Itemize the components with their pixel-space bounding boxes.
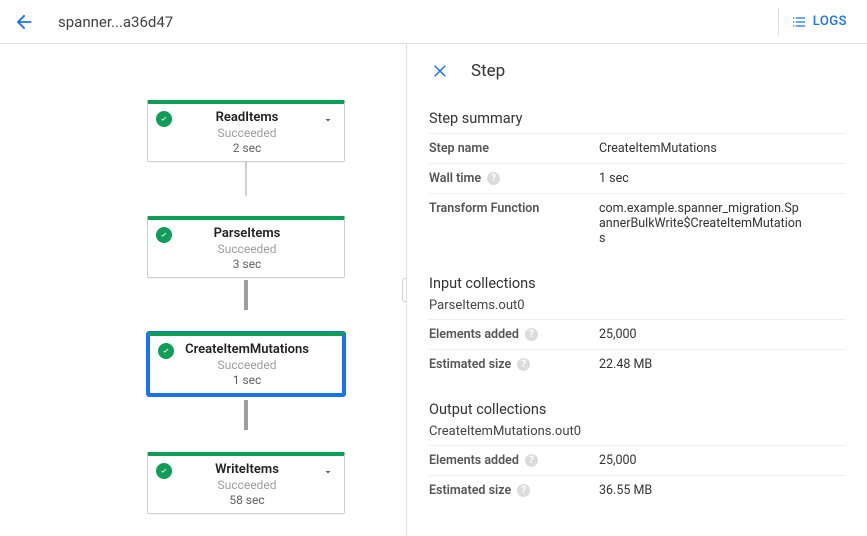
value: com.example.spanner_migration.SpannerBul…	[599, 201, 845, 246]
step-time: 2 sec	[178, 141, 316, 155]
step-node-parseitems[interactable]: ParseItems Succeeded 3 sec	[147, 216, 345, 278]
step-title: ParseItems	[178, 226, 316, 241]
pane-resize-handle[interactable]	[402, 278, 407, 302]
connector	[244, 280, 248, 310]
section-heading: Output collections	[429, 401, 845, 418]
label: Step name	[429, 141, 489, 156]
panel-title: Step	[471, 61, 505, 81]
chevron-down-icon	[322, 466, 334, 478]
section-output-collections: Output collections CreateItemMutations.o…	[429, 401, 845, 505]
help-icon[interactable]: ?	[517, 358, 530, 371]
logs-label: LOGS	[813, 14, 847, 29]
close-icon	[432, 62, 450, 80]
help-icon[interactable]: ?	[525, 454, 538, 467]
graph-pane: ReadItems Succeeded 2 sec	[0, 44, 407, 536]
step-time: 58 sec	[178, 493, 316, 507]
logs-button[interactable]: LOGS	[789, 8, 849, 36]
section-heading: Step summary	[429, 110, 845, 127]
step-title: CreateItemMutations	[180, 342, 314, 357]
step-node-readitems[interactable]: ReadItems Succeeded 2 sec	[147, 100, 345, 162]
step-status: Succeeded	[178, 242, 316, 256]
list-icon	[791, 14, 807, 30]
help-icon[interactable]: ?	[525, 328, 538, 341]
row-transform-function: Transform Function com.example.spanner_m…	[429, 193, 845, 253]
step-node-writeitems[interactable]: WriteItems Succeeded 58 sec	[147, 452, 345, 514]
check-circle-icon	[156, 227, 172, 243]
row-wall-time: Wall time ? 1 sec	[429, 163, 845, 193]
label: Estimated size	[429, 483, 511, 498]
label: Wall time	[429, 171, 481, 186]
back-button[interactable]	[4, 2, 44, 42]
step-status: Succeeded	[180, 358, 314, 372]
chevron-down-icon	[322, 114, 334, 126]
section-heading: Input collections	[429, 275, 845, 292]
expand-toggle[interactable]	[322, 111, 336, 125]
row-estimated-size: Estimated size ? 22.48 MB	[429, 349, 845, 379]
label: Elements added	[429, 453, 519, 468]
check-circle-icon	[156, 111, 172, 127]
section-input-collections: Input collections ParseItems.out0 Elemen…	[429, 275, 845, 379]
label: Elements added	[429, 327, 519, 342]
step-title: WriteItems	[178, 462, 316, 477]
section-step-summary: Step summary Step name CreateItemMutatio…	[429, 110, 845, 253]
value: 25,000	[599, 327, 845, 342]
step-time: 3 sec	[178, 257, 316, 271]
step-status: Succeeded	[178, 126, 316, 140]
step-time: 1 sec	[180, 373, 314, 387]
value: CreateItemMutations	[599, 141, 845, 156]
expand-toggle[interactable]	[322, 463, 336, 477]
row-elements-added: Elements added ? 25,000	[429, 446, 845, 475]
check-circle-icon	[158, 343, 174, 359]
connector	[244, 400, 248, 430]
row-estimated-size: Estimated size ? 36.55 MB	[429, 475, 845, 505]
value: 1 sec	[599, 171, 845, 186]
help-icon[interactable]: ?	[487, 172, 500, 185]
details-pane: Step Step summary Step name CreateItemMu…	[407, 44, 867, 536]
job-name: spanner...a36d47	[52, 13, 173, 31]
value: 25,000	[599, 453, 845, 468]
arrow-left-icon	[13, 11, 35, 33]
value: 22.48 MB	[599, 357, 845, 372]
step-node-createitemmutations[interactable]: CreateItemMutations Succeeded 1 sec	[147, 332, 345, 396]
divider	[778, 8, 779, 36]
collection-name: ParseItems.out0	[429, 298, 845, 313]
check-circle-icon	[156, 463, 172, 479]
step-title: ReadItems	[178, 110, 316, 125]
step-status: Succeeded	[178, 478, 316, 492]
help-icon[interactable]: ?	[517, 484, 530, 497]
label: Estimated size	[429, 357, 511, 372]
close-button[interactable]	[429, 59, 453, 83]
collection-name: CreateItemMutations.out0	[429, 424, 845, 439]
row-elements-added: Elements added ? 25,000	[429, 320, 845, 349]
row-step-name: Step name CreateItemMutations	[429, 134, 845, 163]
connector	[245, 162, 247, 196]
label: Transform Function	[429, 201, 539, 216]
value: 36.55 MB	[599, 483, 845, 498]
